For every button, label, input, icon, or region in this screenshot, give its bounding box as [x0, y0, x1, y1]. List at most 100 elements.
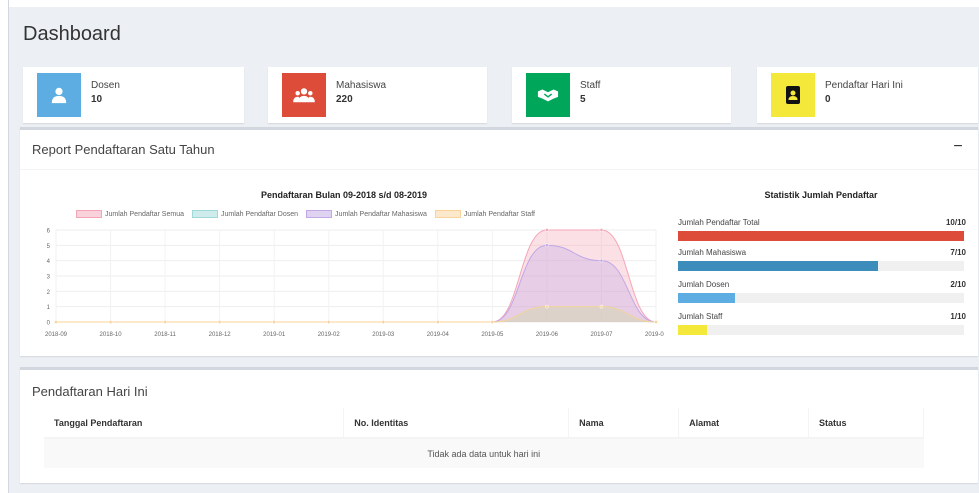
info-box-staff[interactable]: Staff 5 [512, 67, 731, 123]
info-box-label: Pendaftar Hari Ini [825, 80, 903, 91]
x-tick-label: 2019-02 [318, 332, 341, 338]
progress-bar-mahasiswa [678, 261, 964, 271]
info-box-label: Staff [580, 80, 601, 91]
users-icon [282, 73, 326, 117]
table-row: Tidak ada data untuk hari ini [44, 438, 924, 468]
registration-box: Pendaftaran Hari Ini Tanggal Pendaftaran… [20, 367, 978, 483]
report-box: Report Pendaftaran Satu Tahun − Pendafta… [20, 127, 978, 356]
data-point [599, 228, 604, 232]
y-tick-label: 2 [47, 290, 51, 296]
progress-label-dosen: Jumlah Dosen [678, 280, 730, 289]
progress-bar-staff [678, 325, 964, 335]
progress-value-mahasiswa: 7/10 [950, 248, 966, 257]
data-point [545, 304, 549, 309]
y-tick-label: 6 [47, 229, 51, 235]
collapse-button[interactable]: − [950, 139, 966, 156]
legend-item[interactable]: Jumlah Pendaftar Staff [434, 210, 535, 218]
data-point [545, 243, 549, 248]
data-point [108, 320, 113, 324]
chart-title: Pendaftaran Bulan 09-2018 s/d 08-2019 [260, 190, 428, 200]
contact-book-icon [771, 73, 815, 117]
data-point [490, 320, 495, 324]
data-point [272, 320, 277, 324]
progress-fill [678, 325, 707, 335]
progress-fill [678, 293, 736, 303]
y-tick-label: 5 [47, 244, 51, 250]
legend-label: Jumlah Pendaftar Mahasiswa [335, 210, 427, 218]
x-tick-label: 2019-06 [536, 332, 559, 338]
info-box-number: 10 [91, 94, 103, 105]
info-box-number: 220 [336, 94, 353, 105]
x-tick-label: 2019-04 [427, 332, 450, 338]
progress-label-total: Jumlah Pendaftar Total [678, 218, 760, 227]
legend-label: Jumlah Pendaftar Dosen [221, 210, 299, 218]
column-header-nama[interactable]: Nama [568, 408, 680, 439]
progress-bar-dosen [678, 293, 964, 303]
progress-bar-total [678, 231, 964, 241]
x-tick-label: 2018-12 [209, 332, 232, 338]
report-box-title: Report Pendaftaran Satu Tahun [32, 142, 215, 157]
x-tick-label: 2018-10 [100, 332, 123, 338]
page-title: Dashboard [23, 23, 121, 45]
legend-label: Jumlah Pendaftar Staff [463, 210, 535, 218]
legend-item[interactable]: Jumlah Pendaftar Dosen [192, 210, 298, 218]
data-point [599, 304, 604, 309]
x-tick-label: 2019-03 [372, 332, 395, 338]
y-tick-label: 0 [47, 321, 51, 327]
data-point [326, 320, 331, 324]
x-tick-label: 2018-09 [45, 332, 68, 338]
handshake-icon [526, 73, 570, 117]
x-tick-label: 2019-08 [645, 332, 664, 338]
data-point [54, 320, 58, 324]
legend-swatch [76, 210, 102, 218]
report-box-header: Report Pendaftaran Satu Tahun − [20, 130, 978, 170]
sidebar-rail [0, 0, 9, 493]
column-header-tanggal[interactable]: Tanggal Pendaftaran [44, 408, 345, 439]
x-tick-label: 2018-11 [154, 332, 176, 338]
x-tick-label: 2019-01 [263, 332, 286, 338]
chart-legend: Jumlah Pendaftar Semua Jumlah Pendaftar … [76, 210, 535, 218]
table-header-row: Tanggal Pendaftaran No. Identitas Nama A… [44, 408, 924, 439]
registration-box-title: Pendaftaran Hari Ini [32, 384, 148, 399]
info-box-dosen[interactable]: Dosen 10 [23, 67, 244, 123]
legend-swatch [434, 210, 461, 218]
series-area [56, 306, 656, 322]
progress-label-mahasiswa: Jumlah Mahasiswa [678, 248, 747, 257]
legend-label: Jumlah Pendaftar Semua [105, 210, 184, 218]
info-box-mahasiswa[interactable]: Mahasiswa 220 [268, 67, 487, 123]
progress-fill [678, 231, 964, 241]
legend-swatch [306, 210, 333, 218]
column-header-alamat[interactable]: Alamat [678, 408, 810, 439]
user-icon [37, 73, 81, 117]
data-point [599, 258, 604, 263]
column-header-no-identitas[interactable]: No. Identitas [343, 408, 570, 439]
data-point [435, 320, 440, 324]
registration-table: Tanggal Pendaftaran No. Identitas Nama A… [44, 408, 924, 468]
legend-item[interactable]: Jumlah Pendaftar Semua [76, 210, 184, 218]
data-point [163, 320, 167, 324]
info-box-label: Mahasiswa [336, 80, 387, 91]
data-point [654, 320, 658, 324]
info-box-number: 5 [580, 94, 586, 105]
info-box-number: 0 [825, 94, 831, 105]
area-chart: 0 1 2 3 4 5 6 2018-09 2018-10 2018-11 2018-12 2019-… [45, 228, 664, 338]
info-box-pendaftar-hari-ini[interactable]: Pendaftar Hari Ini 0 [757, 67, 978, 123]
progress-fill [678, 261, 879, 271]
info-box-label: Dosen [91, 80, 120, 91]
x-tick-label: 2019-05 [481, 332, 504, 338]
data-point [381, 320, 386, 324]
empty-table-message: Tidak ada data untuk hari ini [44, 438, 924, 468]
data-point [545, 228, 549, 232]
x-tick-label: 2019-07 [590, 332, 613, 338]
progress-title: Statistik Jumlah Pendaftar [764, 190, 878, 200]
column-header-status[interactable]: Status [808, 408, 924, 439]
legend-item[interactable]: Jumlah Pendaftar Mahasiswa [306, 210, 427, 218]
y-tick-label: 1 [47, 305, 51, 311]
progress-value-staff: 1/10 [950, 312, 966, 321]
y-tick-label: 3 [47, 275, 51, 281]
y-tick-label: 4 [47, 259, 51, 265]
top-bar [9, 0, 979, 7]
progress-value-total: 10/10 [945, 218, 966, 227]
progress-label-staff: Jumlah Staff [678, 312, 723, 321]
data-point [217, 320, 222, 324]
